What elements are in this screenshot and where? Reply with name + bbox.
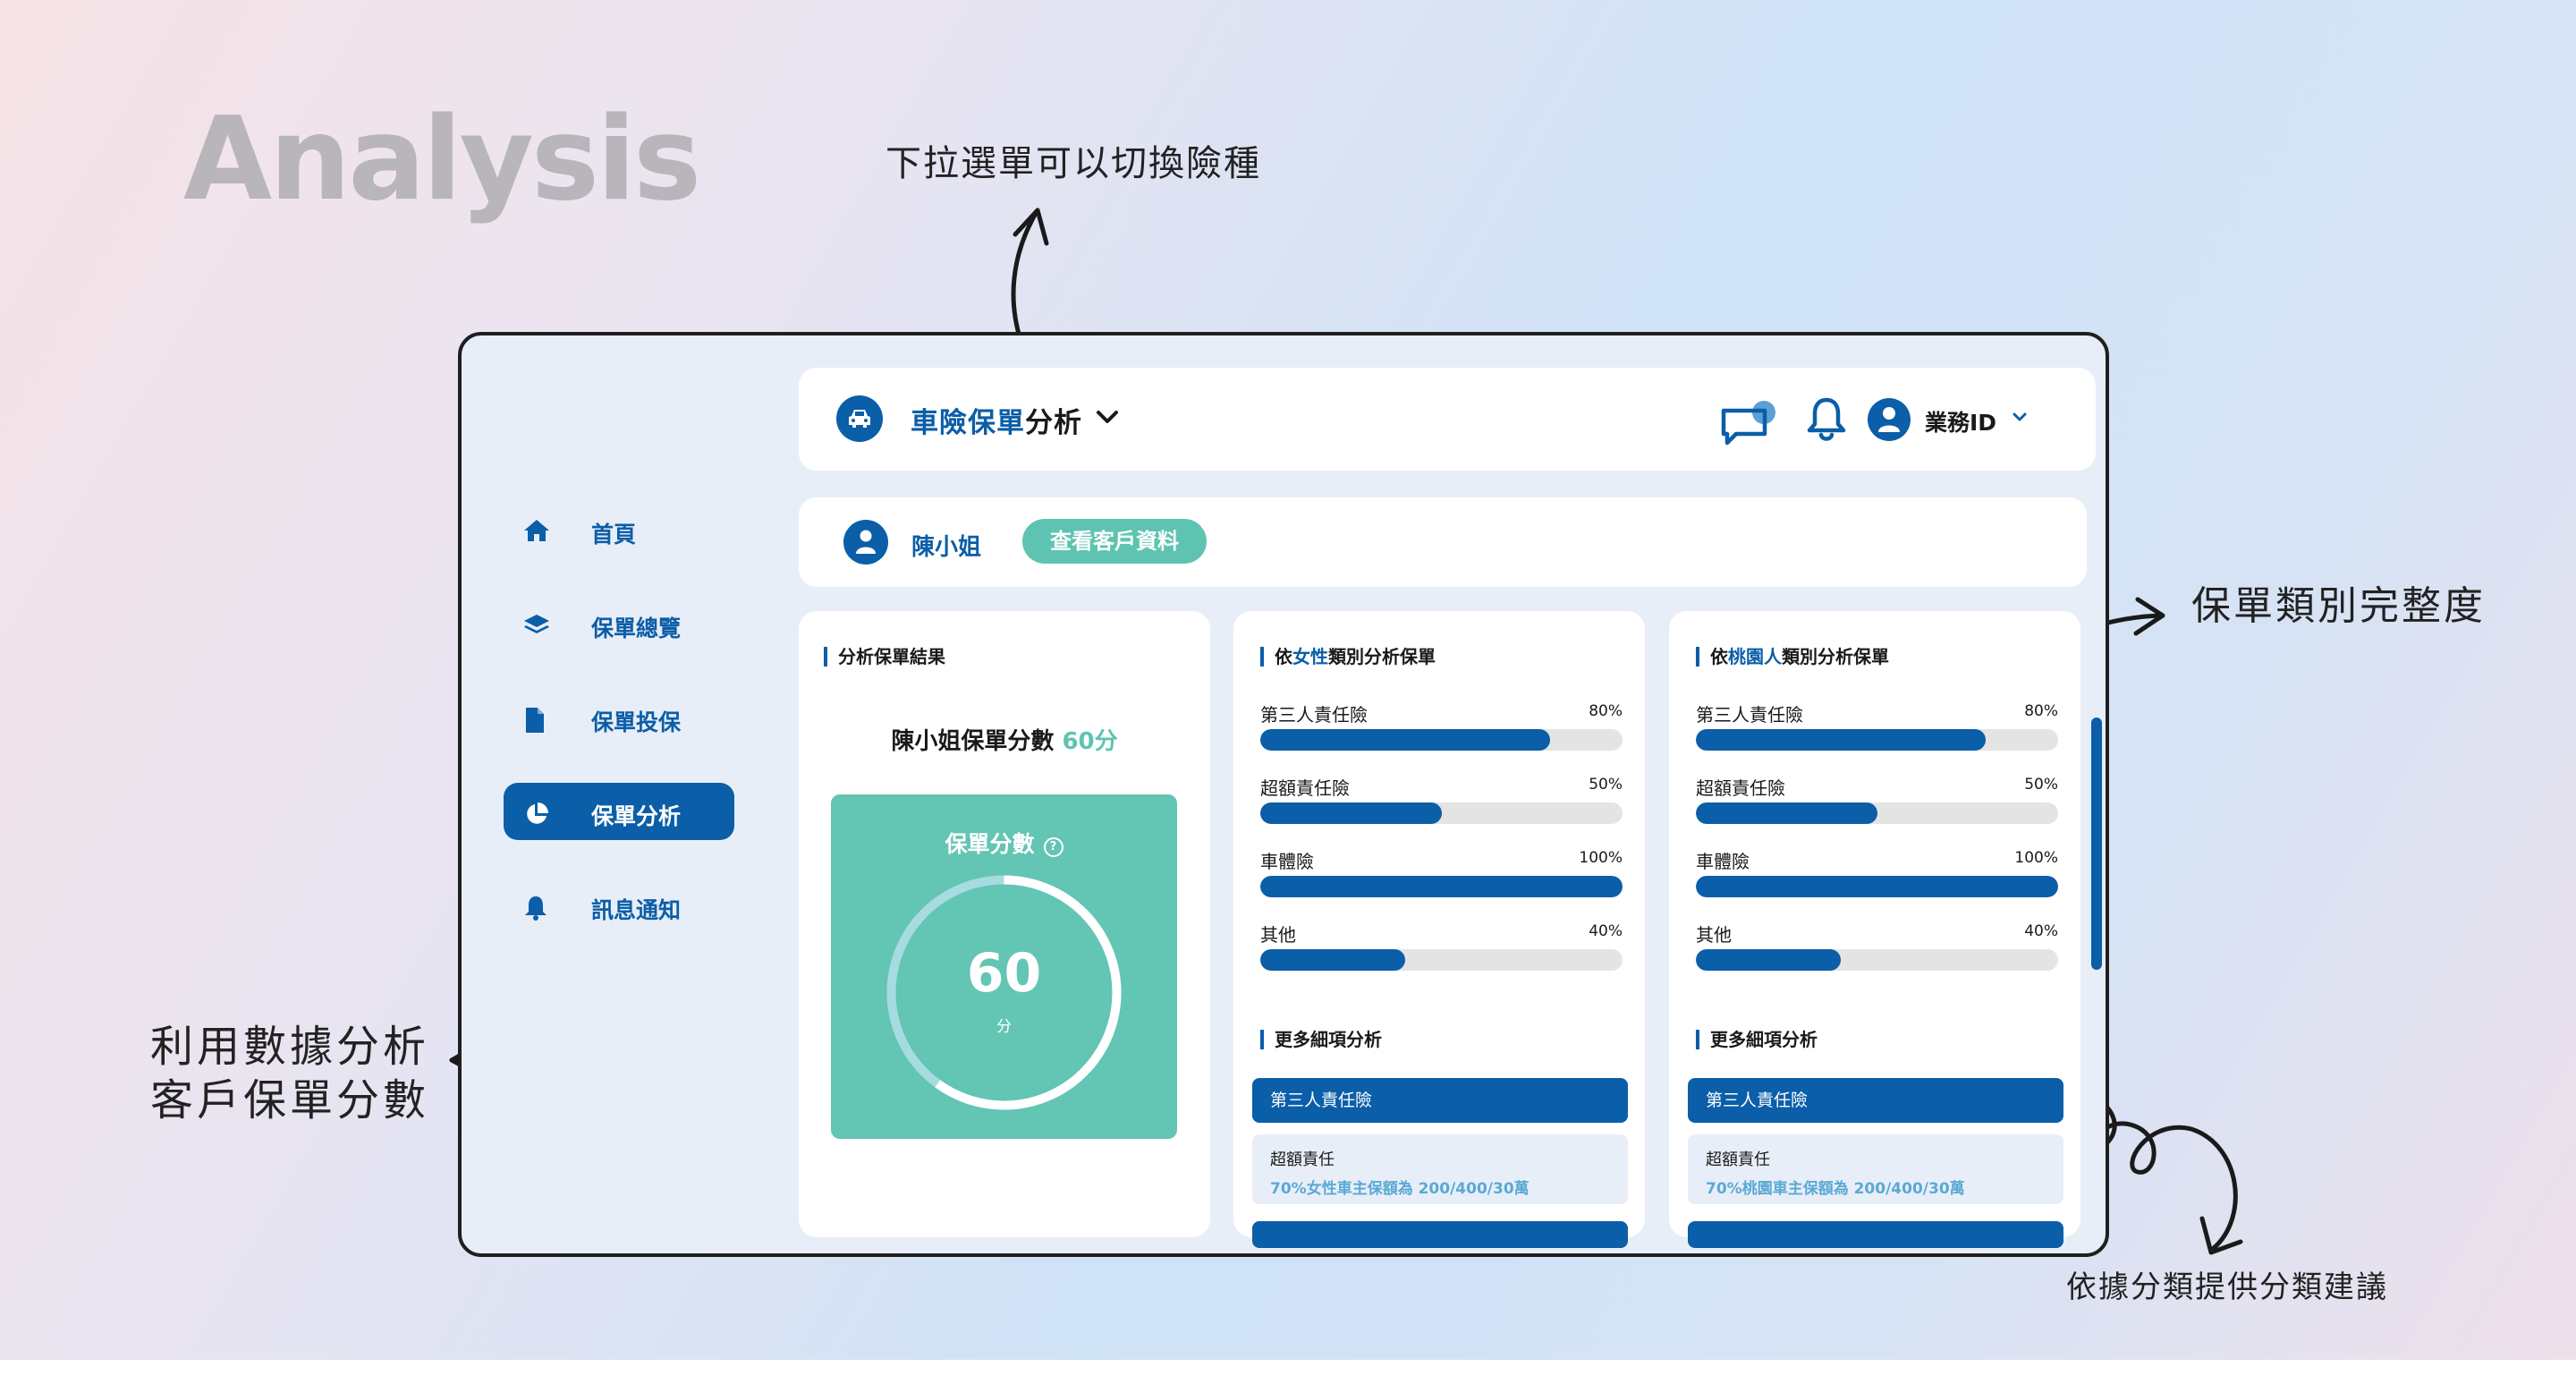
app-window: 首頁 保單總覽 保單投保 保單分析 訊息通知 車險保單分析 業務ID 陳小姐 查… [458,332,2109,1257]
bar-percent: 40% [2024,922,2058,940]
customer-name: 陳小姐 [911,534,982,561]
section-title: 依桃園人類別分析保單 [1696,647,1889,667]
home-icon [524,520,549,541]
section-title: 分析保單結果 [824,647,945,667]
bar-track [1696,802,2058,824]
bar-track [1260,802,1623,824]
sidebar-item-label: 保單總覽 [591,616,682,641]
bar-percent: 80% [1589,702,1623,720]
insurance-type-dropdown[interactable]: 車險保單分析 [911,400,1082,440]
bar-percent: 80% [2024,702,2058,720]
car-icon [836,395,883,442]
customer-bar: 陳小姐 查看客戶資料 [799,497,2087,587]
avatar[interactable] [1868,398,1911,441]
page-title-suffix: 分析 [1025,407,1082,439]
page-title-type: 車險保單 [911,407,1025,439]
title-suffix: 類別分析保單 [1782,646,1889,667]
document-icon [526,708,544,733]
bar-percent: 50% [2024,776,2058,794]
pie-chart-icon [527,802,548,824]
score-summary-text: 陳小姐保單分數 [891,728,1055,755]
notification-bell-icon[interactable] [1805,396,1848,443]
bar-track [1260,876,1623,897]
score-card: 保單分數? 60 分 [831,794,1177,1139]
bar-fill [1696,729,1986,751]
bar-percent: 40% [1589,922,1623,940]
chevron-down-icon[interactable] [1094,403,1121,430]
bar-label: 超額責任險 [1696,777,1785,799]
sidebar-item-home[interactable]: 首頁 [504,501,734,558]
detail-desc: 70%女性車主保額為 200/400/30萬 [1270,1180,1530,1198]
top-bar: 車險保單分析 業務ID [799,368,2096,471]
sidebar-item-enroll[interactable]: 保單投保 [504,689,734,746]
bar-label: 車體險 [1260,851,1314,872]
detail-card[interactable]: 超額責任 70%桃園車主保額為 200/400/30萬 [1688,1134,2063,1204]
score-unit: 分 [996,1018,1012,1036]
title-highlight: 桃園人 [1728,646,1782,667]
layers-icon [524,615,549,633]
bar-label: 第三人責任險 [1696,704,1803,726]
bar-fill [1260,802,1442,824]
bar-percent: 100% [2014,849,2058,867]
detail-card[interactable]: 超額責任 70%女性車主保額為 200/400/30萬 [1252,1134,1628,1204]
more-details-title: 更多細項分析 [1260,1030,1382,1049]
bar-fill [1696,949,1841,971]
bar-fill [1696,802,1877,824]
bar-fill [1260,876,1623,897]
sidebar-item-analysis[interactable]: 保單分析 [504,783,734,840]
detail-desc: 70%桃園車主保額為 200/400/30萬 [1706,1180,1965,1198]
bar-track [1696,729,2058,751]
user-id-label[interactable]: 業務ID [1925,405,1996,437]
sidebar-item-overview[interactable]: 保單總覽 [504,595,734,652]
title-highlight: 女性 [1292,646,1328,667]
detail-header-button[interactable]: 第三人責任險 [1252,1078,1628,1123]
score-card-title-text: 保單分數 [945,831,1035,857]
score-value: 60 [966,942,1042,1005]
bar-track [1696,949,2058,971]
user-chevron-down-icon[interactable] [2010,407,2029,427]
bar-label: 車體險 [1696,851,1750,872]
sidebar-item-label: 保單投保 [591,709,682,735]
sidebar-item-notifications[interactable]: 訊息通知 [504,877,734,934]
bell-icon [525,896,547,921]
sidebar-item-label: 保單分析 [591,803,682,829]
analysis-result-panel: 分析保單結果 陳小姐保單分數 60分 保單分數? 60 分 [799,611,1210,1237]
sidebar-item-label: 訊息通知 [591,897,682,923]
arrow-curl-head [2199,1216,2243,1255]
bar-label: 超額責任險 [1260,777,1350,799]
gender-analysis-panel: 依女性類別分析保單 第三人責任險 80% 超額責任險 50% 車體險 100% 其他 4… [1233,611,1645,1248]
title-prefix: 依 [1710,646,1728,667]
bar-label: 其他 [1696,924,1732,946]
chat-icon[interactable] [1720,398,1784,448]
scrollbar[interactable] [2091,717,2102,970]
section-title: 依女性類別分析保單 [1260,647,1436,667]
more-details-title: 更多細項分析 [1696,1030,1818,1049]
detail-next-item[interactable] [1252,1221,1628,1248]
detail-title: 超額責任 [1706,1151,1770,1169]
view-customer-button[interactable]: 查看客戶資料 [1022,519,1207,564]
bar-label: 第三人責任險 [1260,704,1368,726]
customer-avatar-icon [843,520,888,565]
bar-fill [1696,876,2058,897]
region-analysis-panel: 依桃園人類別分析保單 第三人責任險 80% 超額責任險 50% 車體險 100% 其他… [1669,611,2080,1248]
bar-label: 其他 [1260,924,1296,946]
bar-fill [1260,729,1550,751]
bar-track [1696,876,2058,897]
sidebar-item-label: 首頁 [591,522,637,548]
bar-track [1260,949,1623,971]
title-prefix: 依 [1275,646,1292,667]
score-card-title: 保單分數? [831,827,1177,859]
detail-title: 超額責任 [1270,1151,1335,1169]
score-summary-value: 60分 [1062,728,1118,755]
help-icon[interactable]: ? [1043,837,1063,857]
bar-track [1260,729,1623,751]
detail-next-item[interactable] [1688,1221,2063,1248]
bar-percent: 100% [1579,849,1623,867]
bar-percent: 50% [1589,776,1623,794]
detail-header-button[interactable]: 第三人責任險 [1688,1078,2063,1123]
score-summary: 陳小姐保單分數 60分 [799,723,1210,756]
bar-fill [1260,949,1405,971]
title-suffix: 類別分析保單 [1328,646,1436,667]
